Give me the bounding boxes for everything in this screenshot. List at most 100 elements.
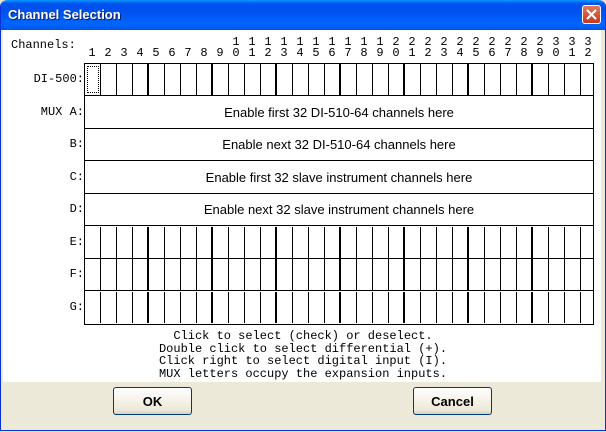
channel-checkbox-cell[interactable] [133,226,149,258]
channel-checkbox-cell[interactable] [165,291,181,323]
ok-button[interactable]: OK [113,387,192,415]
channel-checkbox-cell[interactable] [325,226,341,258]
channel-checkbox-cell[interactable] [277,64,293,95]
channel-checkbox-cell[interactable] [149,291,165,323]
channel-checkbox-cell[interactable] [341,64,357,95]
channel-checkbox-cell[interactable] [549,259,565,290]
channel-row[interactable]: Enable next 32 slave instrument channels… [85,194,593,226]
channel-checkbox-cell[interactable] [533,291,549,323]
channel-checkbox-cell[interactable] [453,259,469,290]
channel-checkbox-cell[interactable] [165,64,181,95]
channel-checkbox-cell[interactable] [293,291,309,323]
channel-checkbox-cell[interactable] [197,226,213,258]
channel-row[interactable]: Enable next 32 DI-510-64 channels here [85,129,593,161]
channel-checkbox-cell[interactable] [149,259,165,290]
channel-checkbox-cell[interactable] [101,259,117,290]
channel-checkbox-cell[interactable] [485,291,501,323]
channel-checkbox-cell[interactable] [373,259,389,290]
channel-checkbox-cell[interactable] [133,259,149,290]
channel-checkbox-cell[interactable] [517,64,533,95]
channel-checkbox-cell[interactable] [421,64,437,95]
close-button[interactable] [582,5,601,24]
channel-checkbox-cell[interactable] [165,226,181,258]
channel-checkbox-cell[interactable] [357,259,373,290]
channel-checkbox-cell[interactable] [133,291,149,323]
channel-checkbox-cell[interactable] [517,259,533,290]
channel-checkbox-cell[interactable] [405,291,421,323]
channel-checkbox-cell[interactable] [165,259,181,290]
channel-checkbox-cell[interactable] [453,64,469,95]
channel-checkbox-cell[interactable] [85,226,101,258]
channel-checkbox-cell[interactable] [325,259,341,290]
channel-checkbox-cell[interactable] [117,291,133,323]
channel-checkbox-cell[interactable] [405,226,421,258]
channel-checkbox-cell[interactable] [309,291,325,323]
channel-checkbox-cell[interactable] [437,64,453,95]
channel-checkbox-cell[interactable] [85,259,101,290]
channel-checkbox-cell[interactable] [581,64,597,95]
channel-checkbox-cell[interactable] [357,226,373,258]
channel-checkbox-cell[interactable] [149,226,165,258]
channel-checkbox-cell[interactable] [229,226,245,258]
channel-checkbox-cell[interactable] [565,226,581,258]
channel-checkbox-cell[interactable] [277,226,293,258]
channel-checkbox-cell[interactable] [405,259,421,290]
channel-checkbox-cell[interactable] [213,291,229,323]
channel-checkbox-cell[interactable] [341,291,357,323]
channel-checkbox-cell[interactable] [213,226,229,258]
channel-checkbox-cell[interactable] [581,292,597,323]
channel-checkbox-cell[interactable] [389,291,405,323]
channel-checkbox-cell[interactable] [389,259,405,290]
channel-checkbox-cell[interactable] [245,64,261,95]
channel-checkbox-cell[interactable] [341,259,357,290]
channel-checkbox-cell[interactable] [485,259,501,290]
channel-checkbox-cell[interactable] [181,259,197,290]
channel-checkbox-cell[interactable] [309,226,325,258]
channel-checkbox-cell[interactable] [293,226,309,258]
channel-checkbox-cell[interactable] [533,226,549,258]
channel-checkbox-cell[interactable] [437,226,453,258]
channel-checkbox-cell[interactable] [309,259,325,290]
channel-checkbox-cell[interactable] [309,64,325,95]
channel-row[interactable]: Enable first 32 DI-510-64 channels here [85,97,593,129]
channel-checkbox-cell[interactable] [501,226,517,258]
channel-checkbox-cell[interactable] [181,64,197,95]
channel-checkbox-cell[interactable] [149,64,165,95]
channel-checkbox-cell[interactable] [229,259,245,290]
channel-checkbox-cell[interactable] [453,291,469,323]
channel-checkbox-cell[interactable] [245,291,261,323]
channel-row[interactable] [85,259,593,291]
channel-checkbox-cell[interactable] [453,226,469,258]
channel-checkbox-cell[interactable] [213,64,229,95]
channel-checkbox-cell[interactable] [197,291,213,323]
channel-checkbox-cell[interactable] [549,291,565,323]
channel-checkbox-cell[interactable] [133,64,149,95]
channel-checkbox-cell[interactable] [229,291,245,323]
channel-checkbox-cell[interactable] [197,259,213,290]
channel-checkbox-cell[interactable] [277,259,293,290]
channel-checkbox-cell[interactable] [325,291,341,323]
channel-row[interactable]: Enable first 32 slave instrument channel… [85,162,593,194]
channel-checkbox-cell[interactable] [469,259,485,290]
channel-checkbox-cell[interactable] [117,259,133,290]
channel-checkbox-cell[interactable] [421,291,437,323]
channel-checkbox-cell[interactable] [549,226,565,258]
channel-checkbox-cell[interactable] [581,259,597,290]
channel-checkbox-cell[interactable] [373,291,389,323]
channel-checkbox-cell[interactable] [517,226,533,258]
channel-row[interactable] [85,64,593,96]
channel-checkbox-cell[interactable] [325,64,341,95]
channel-checkbox-cell[interactable] [261,291,277,323]
channel-checkbox-cell[interactable] [501,64,517,95]
channel-checkbox-cell[interactable] [85,291,101,323]
channel-row[interactable] [85,226,593,259]
channel-checkbox-cell[interactable] [117,226,133,258]
channel-checkbox-cell[interactable] [533,259,549,290]
channel-checkbox-cell[interactable] [469,291,485,323]
channel-checkbox-cell[interactable] [389,64,405,95]
channel-checkbox-cell[interactable] [261,226,277,258]
channel-checkbox-cell[interactable] [373,64,389,95]
channel-checkbox-cell[interactable] [117,64,133,95]
channel-checkbox-cell[interactable] [469,64,485,95]
channel-checkbox-cell[interactable] [357,291,373,323]
